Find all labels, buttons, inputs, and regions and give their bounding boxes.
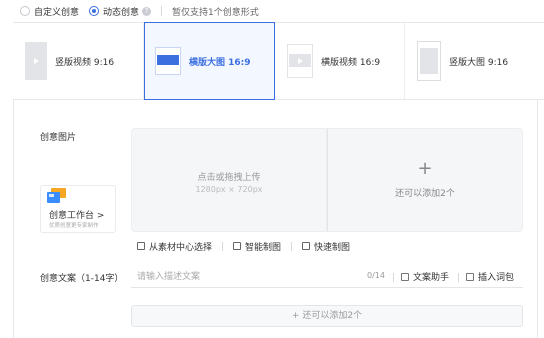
plus-icon: + [417, 158, 433, 179]
radio-custom-creative[interactable]: 自定义创意 [20, 5, 79, 18]
format-horizontal-video[interactable]: 横版视频 16:9 [275, 23, 405, 99]
radio-dynamic-creative[interactable]: 动态创意 [89, 5, 139, 18]
divider [291, 241, 293, 251]
insert-label: 插入词包 [478, 273, 515, 283]
material-icon [137, 242, 145, 250]
add-copy-button[interactable]: + 还可以添加2个 [131, 305, 523, 327]
workbench-title: 创意工作台 > [49, 211, 105, 221]
add-more-images[interactable]: + 还可以添加2个 [327, 128, 523, 232]
format-vertical-video[interactable]: 竖版视频 9:16 [13, 23, 144, 99]
radio-circle [20, 6, 30, 16]
quick-design-button[interactable]: 快速制图 [302, 240, 350, 253]
quick-design-icon [302, 242, 311, 250]
help-icon[interactable]: ? [142, 6, 152, 16]
format-label: 横版大图 16:9 [189, 57, 251, 68]
assistant-icon [401, 272, 409, 281]
format-label: 竖版视频 9:16 [55, 57, 115, 68]
horizontal-image-thumb [155, 47, 181, 75]
upload-text: 点击或拖拽上传 [197, 173, 261, 183]
horizontal-video-thumb [287, 44, 313, 78]
add-more-text: 还可以添加2个 [395, 189, 455, 199]
copy-text-input[interactable] [137, 270, 337, 284]
creative-mode-bar: 自定义创意 动态创意 ? 暂仅支持1个创意形式 [0, 0, 544, 22]
creative-workbench-card[interactable]: 创意工作台 > 优质创意更专家制作 [40, 185, 116, 233]
copy-assistant-button[interactable]: 文案助手 [401, 270, 449, 283]
smart-design-button[interactable]: 智能制图 [233, 240, 281, 253]
format-label: 竖版大图 9:16 [449, 57, 509, 68]
char-count: 0/14 [367, 271, 385, 280]
play-icon [297, 57, 303, 64]
image-icon [420, 48, 438, 74]
assistant-label: 文案助手 [413, 273, 450, 283]
format-selector: 竖版视频 9:16 横版大图 16:9 横版视频 16:9 竖版大图 9:16 [13, 22, 544, 100]
format-vertical-image[interactable]: 竖版大图 9:16 [405, 23, 544, 99]
tool-label: 智能制图 [245, 242, 282, 253]
video-frame [289, 54, 311, 67]
smart-design-icon [233, 242, 242, 250]
insert-wordpack-button[interactable]: 插入词包 [466, 270, 514, 283]
play-icon [33, 58, 39, 64]
tool-label: 快速制图 [314, 242, 351, 253]
vertical-image-thumb [417, 41, 441, 81]
wordpack-icon [466, 272, 474, 281]
divider [458, 273, 459, 282]
divider [222, 241, 224, 251]
tool-label: 从素材中心选择 [149, 242, 213, 253]
radio-label: 动态创意 [103, 7, 140, 18]
radio-label: 自定义创意 [34, 7, 80, 18]
image-icon [157, 55, 179, 65]
format-label: 横版视频 16:9 [321, 57, 381, 68]
image-tools: 从素材中心选择 智能制图 快速制图 [137, 240, 360, 253]
divider [161, 6, 163, 16]
material-center-button[interactable]: 从素材中心选择 [137, 240, 212, 253]
upload-size: 1280px × 720px [195, 185, 263, 194]
image-section-label: 创意图片 [40, 133, 77, 143]
divider [393, 273, 394, 282]
radio-circle [89, 6, 100, 16]
workbench-icon [47, 188, 66, 203]
workbench-subtitle: 优质创意更专家制作 [49, 223, 99, 229]
vertical-video-thumb [25, 42, 47, 80]
copy-section-label: 创意文案（1-14字） [40, 274, 124, 284]
image-upload-area[interactable]: 点击或拖拽上传 1280px × 720px [131, 128, 327, 232]
mode-hint: 暂仅支持1个创意形式 [172, 7, 259, 18]
copy-input-row: 0/14 文案助手 插入词包 [131, 266, 523, 288]
format-horizontal-image[interactable]: 横版大图 16:9 [144, 22, 275, 100]
